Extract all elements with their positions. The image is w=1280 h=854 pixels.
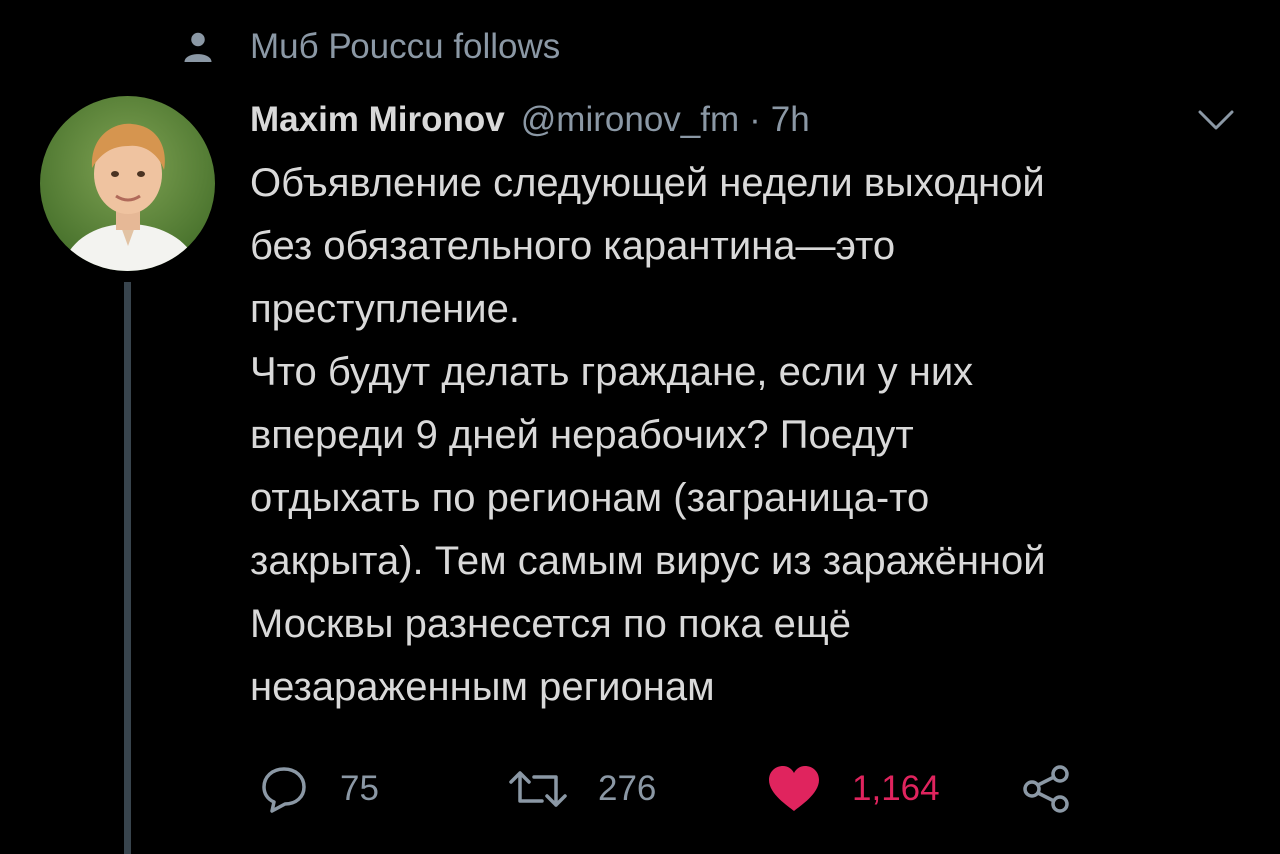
tweet-text-line: незараженным регионам (250, 665, 715, 709)
separator-dot: · (749, 100, 761, 139)
chevron-down-icon[interactable] (1196, 106, 1236, 134)
share-icon (1023, 765, 1069, 813)
tweet-text-line: без обязательного карантина—это (250, 224, 896, 268)
retweet-count: 276 (598, 769, 657, 808)
reply-icon (262, 767, 306, 813)
tweet-text-line: закрыта). Тем самым вирус из заражённой (250, 539, 1046, 583)
thread-line (124, 282, 131, 854)
tweet-text-line: Что будут делать граждане, если у них (250, 350, 974, 394)
heart-icon (769, 766, 819, 811)
action-bar: 75 276 1,164 (258, 756, 1158, 822)
person-icon (184, 32, 212, 62)
tweet-text-line: Москвы разнесется по пока ещё (250, 602, 851, 646)
reply-button[interactable]: 75 (258, 756, 379, 822)
author-name[interactable]: Maxim Mironov (250, 100, 505, 140)
avatar-photo (40, 96, 215, 271)
retweet-icon (509, 771, 567, 807)
tweet-timestamp[interactable]: 7h (771, 100, 810, 140)
tweet-header: Maxim Mironov @mironov_fm · 7h (250, 92, 810, 148)
social-context: Мuб Роuссu follows (180, 22, 560, 72)
like-count: 1,164 (852, 769, 940, 808)
tweet-text: Объявление следующей недели выходной без… (250, 152, 1260, 719)
social-context-text[interactable]: Мuб Роuссu follows (250, 27, 560, 67)
tweet-text-line: впереди 9 дней нерабочих? Поедут (250, 413, 914, 457)
avatar[interactable] (40, 96, 215, 271)
author-handle[interactable]: @mironov_fm (521, 100, 739, 140)
tweet-text-line: Объявление следующей недели выходной (250, 161, 1045, 205)
tweet-card[interactable]: Мuб Роuссu follows Maxim Mironov @mirono… (0, 0, 1280, 854)
like-button[interactable]: 1,164 (766, 756, 940, 822)
tweet-text-line: преступление. (250, 287, 520, 331)
tweet-text-line: отдыхать по регионам (заграница-то (250, 476, 930, 520)
retweet-button[interactable]: 276 (508, 756, 656, 822)
reply-count: 75 (340, 769, 379, 808)
share-button[interactable] (1020, 756, 1072, 822)
